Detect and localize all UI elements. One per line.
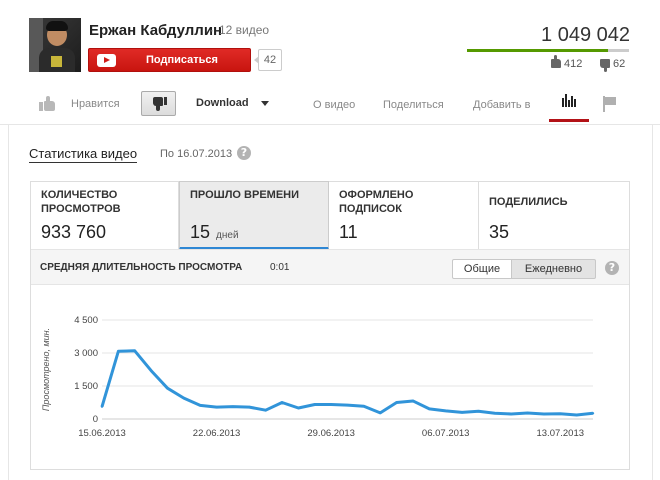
data-point bbox=[100, 405, 104, 408]
data-point bbox=[575, 413, 578, 417]
metric-shares[interactable]: ПОДЕЛИЛИСЬ 35 bbox=[479, 182, 629, 249]
dislike-button[interactable] bbox=[141, 91, 176, 116]
channel-separator: · bbox=[210, 23, 214, 37]
like-count: 412 bbox=[551, 55, 582, 70]
data-point bbox=[231, 405, 235, 408]
metric-value: 35 bbox=[489, 222, 510, 242]
view-count: 1 049 042 bbox=[541, 24, 630, 46]
data-point bbox=[460, 411, 464, 414]
stats-panel: КОЛИЧЕСТВО ПРОСМОТРОВ 933 760 ПРОШЛО ВРЕ… bbox=[30, 181, 630, 470]
data-point bbox=[411, 399, 415, 403]
thumb-down-icon bbox=[600, 59, 610, 68]
x-tick-label: 15.06.2013 bbox=[78, 428, 126, 439]
youtube-logo-icon bbox=[97, 54, 116, 67]
y-tick-label: 0 bbox=[93, 414, 98, 425]
channel-header: Ержан Кабдуллин · 12 видео Подписаться 4… bbox=[0, 0, 660, 88]
data-point bbox=[248, 405, 251, 409]
data-point bbox=[428, 407, 431, 411]
chevron-down-icon[interactable] bbox=[261, 101, 269, 106]
data-point bbox=[379, 411, 382, 415]
like-button[interactable]: Нравится bbox=[71, 98, 120, 110]
metric-time-elapsed[interactable]: ПРОШЛО ВРЕМЕНИ 15 дней bbox=[179, 181, 329, 250]
toggle-total[interactable]: Общие bbox=[452, 259, 512, 279]
data-point bbox=[166, 387, 169, 390]
metric-label: ПОДЕЛИЛИСЬ bbox=[489, 196, 568, 208]
avatar[interactable] bbox=[29, 18, 81, 72]
avg-duration-value: 0:01 bbox=[270, 262, 290, 273]
metric-label: ОФОРМЛЕНО ПОДПИСОК bbox=[339, 189, 414, 215]
data-point bbox=[526, 411, 529, 415]
data-point bbox=[297, 406, 300, 410]
flag-icon[interactable] bbox=[603, 96, 617, 112]
data-point bbox=[444, 409, 447, 413]
channel-name[interactable]: Ержан Кабдуллин bbox=[89, 22, 222, 39]
x-tick-label: 22.06.2013 bbox=[193, 428, 241, 439]
chart-toolbar: СРЕДНЯЯ ДЛИТЕЛЬНОСТЬ ПРОСМОТРА 0:01 Общи… bbox=[31, 249, 629, 285]
line-chart: 4 500 3 000 1 500 0 Просмотрено, мин. 15.06.2… bbox=[41, 315, 595, 439]
divider bbox=[0, 124, 660, 125]
tab-statistics[interactable] bbox=[549, 88, 589, 122]
data-point bbox=[542, 412, 546, 416]
metric-unit: дней bbox=[216, 230, 239, 241]
data-point bbox=[133, 349, 136, 352]
tab-add-to[interactable]: Добавить в bbox=[473, 99, 531, 111]
subscriber-count: 42 bbox=[254, 49, 282, 71]
avg-duration-label: СРЕДНЯЯ ДЛИТЕЛЬНОСТЬ ПРОСМОТРА bbox=[40, 262, 243, 273]
like-ratio-bar bbox=[467, 49, 629, 52]
data-point bbox=[117, 350, 120, 353]
data-point bbox=[264, 409, 267, 412]
data-point bbox=[559, 412, 562, 415]
download-button[interactable]: Download bbox=[196, 97, 249, 109]
y-axis-label: Просмотрено, мин. bbox=[41, 328, 51, 411]
stats-date: По 16.07.2013 bbox=[160, 148, 233, 160]
metric-subscriptions[interactable]: ОФОРМЛЕНО ПОДПИСОК 11 bbox=[329, 182, 479, 249]
metric-value: 11 bbox=[339, 222, 358, 242]
metric-value: 15 дней bbox=[190, 222, 239, 242]
data-point bbox=[199, 404, 202, 407]
data-point bbox=[509, 412, 513, 416]
metric-label: ПРОШЛО ВРЕМЕНИ bbox=[190, 189, 300, 201]
data-point bbox=[362, 405, 366, 408]
data-point bbox=[329, 403, 333, 406]
data-point bbox=[493, 412, 496, 415]
x-tick-label: 06.07.2013 bbox=[422, 428, 470, 439]
data-point bbox=[395, 401, 398, 404]
data-point bbox=[346, 403, 349, 407]
data-point bbox=[591, 412, 595, 415]
data-point bbox=[215, 405, 218, 409]
action-bar: Нравится Download О видео Поделиться Доб… bbox=[0, 88, 660, 122]
toggle-daily[interactable]: Ежедневно bbox=[511, 259, 596, 279]
channel-video-count[interactable]: 12 видео bbox=[219, 23, 269, 37]
subscribe-label: Подписаться bbox=[146, 54, 218, 66]
tab-about[interactable]: О видео bbox=[313, 99, 355, 111]
stats-title: Статистика видео bbox=[29, 146, 138, 163]
help-icon[interactable]: ? bbox=[237, 146, 251, 160]
y-tick-label: 3 000 bbox=[74, 348, 98, 359]
subscribe-button[interactable]: Подписаться bbox=[88, 48, 251, 72]
help-icon[interactable]: ? bbox=[605, 261, 619, 275]
x-tick-label: 13.07.2013 bbox=[536, 428, 584, 439]
metric-views[interactable]: КОЛИЧЕСТВО ПРОСМОТРОВ 933 760 bbox=[31, 182, 179, 249]
data-point bbox=[313, 403, 316, 406]
data-point bbox=[182, 396, 186, 400]
metric-label: КОЛИЧЕСТВО ПРОСМОТРОВ bbox=[41, 189, 121, 215]
metric-value: 933 760 bbox=[41, 222, 107, 242]
y-tick-label: 1 500 bbox=[74, 381, 98, 392]
thumb-up-icon bbox=[551, 55, 561, 68]
y-tick-label: 4 500 bbox=[74, 315, 98, 326]
dislike-count: 62 bbox=[600, 58, 625, 70]
data-point bbox=[477, 410, 480, 413]
x-tick-label: 29.06.2013 bbox=[307, 428, 355, 439]
data-point bbox=[280, 401, 284, 404]
tab-share[interactable]: Поделиться bbox=[383, 99, 444, 111]
data-point bbox=[149, 369, 153, 372]
like-icon[interactable] bbox=[39, 96, 55, 111]
